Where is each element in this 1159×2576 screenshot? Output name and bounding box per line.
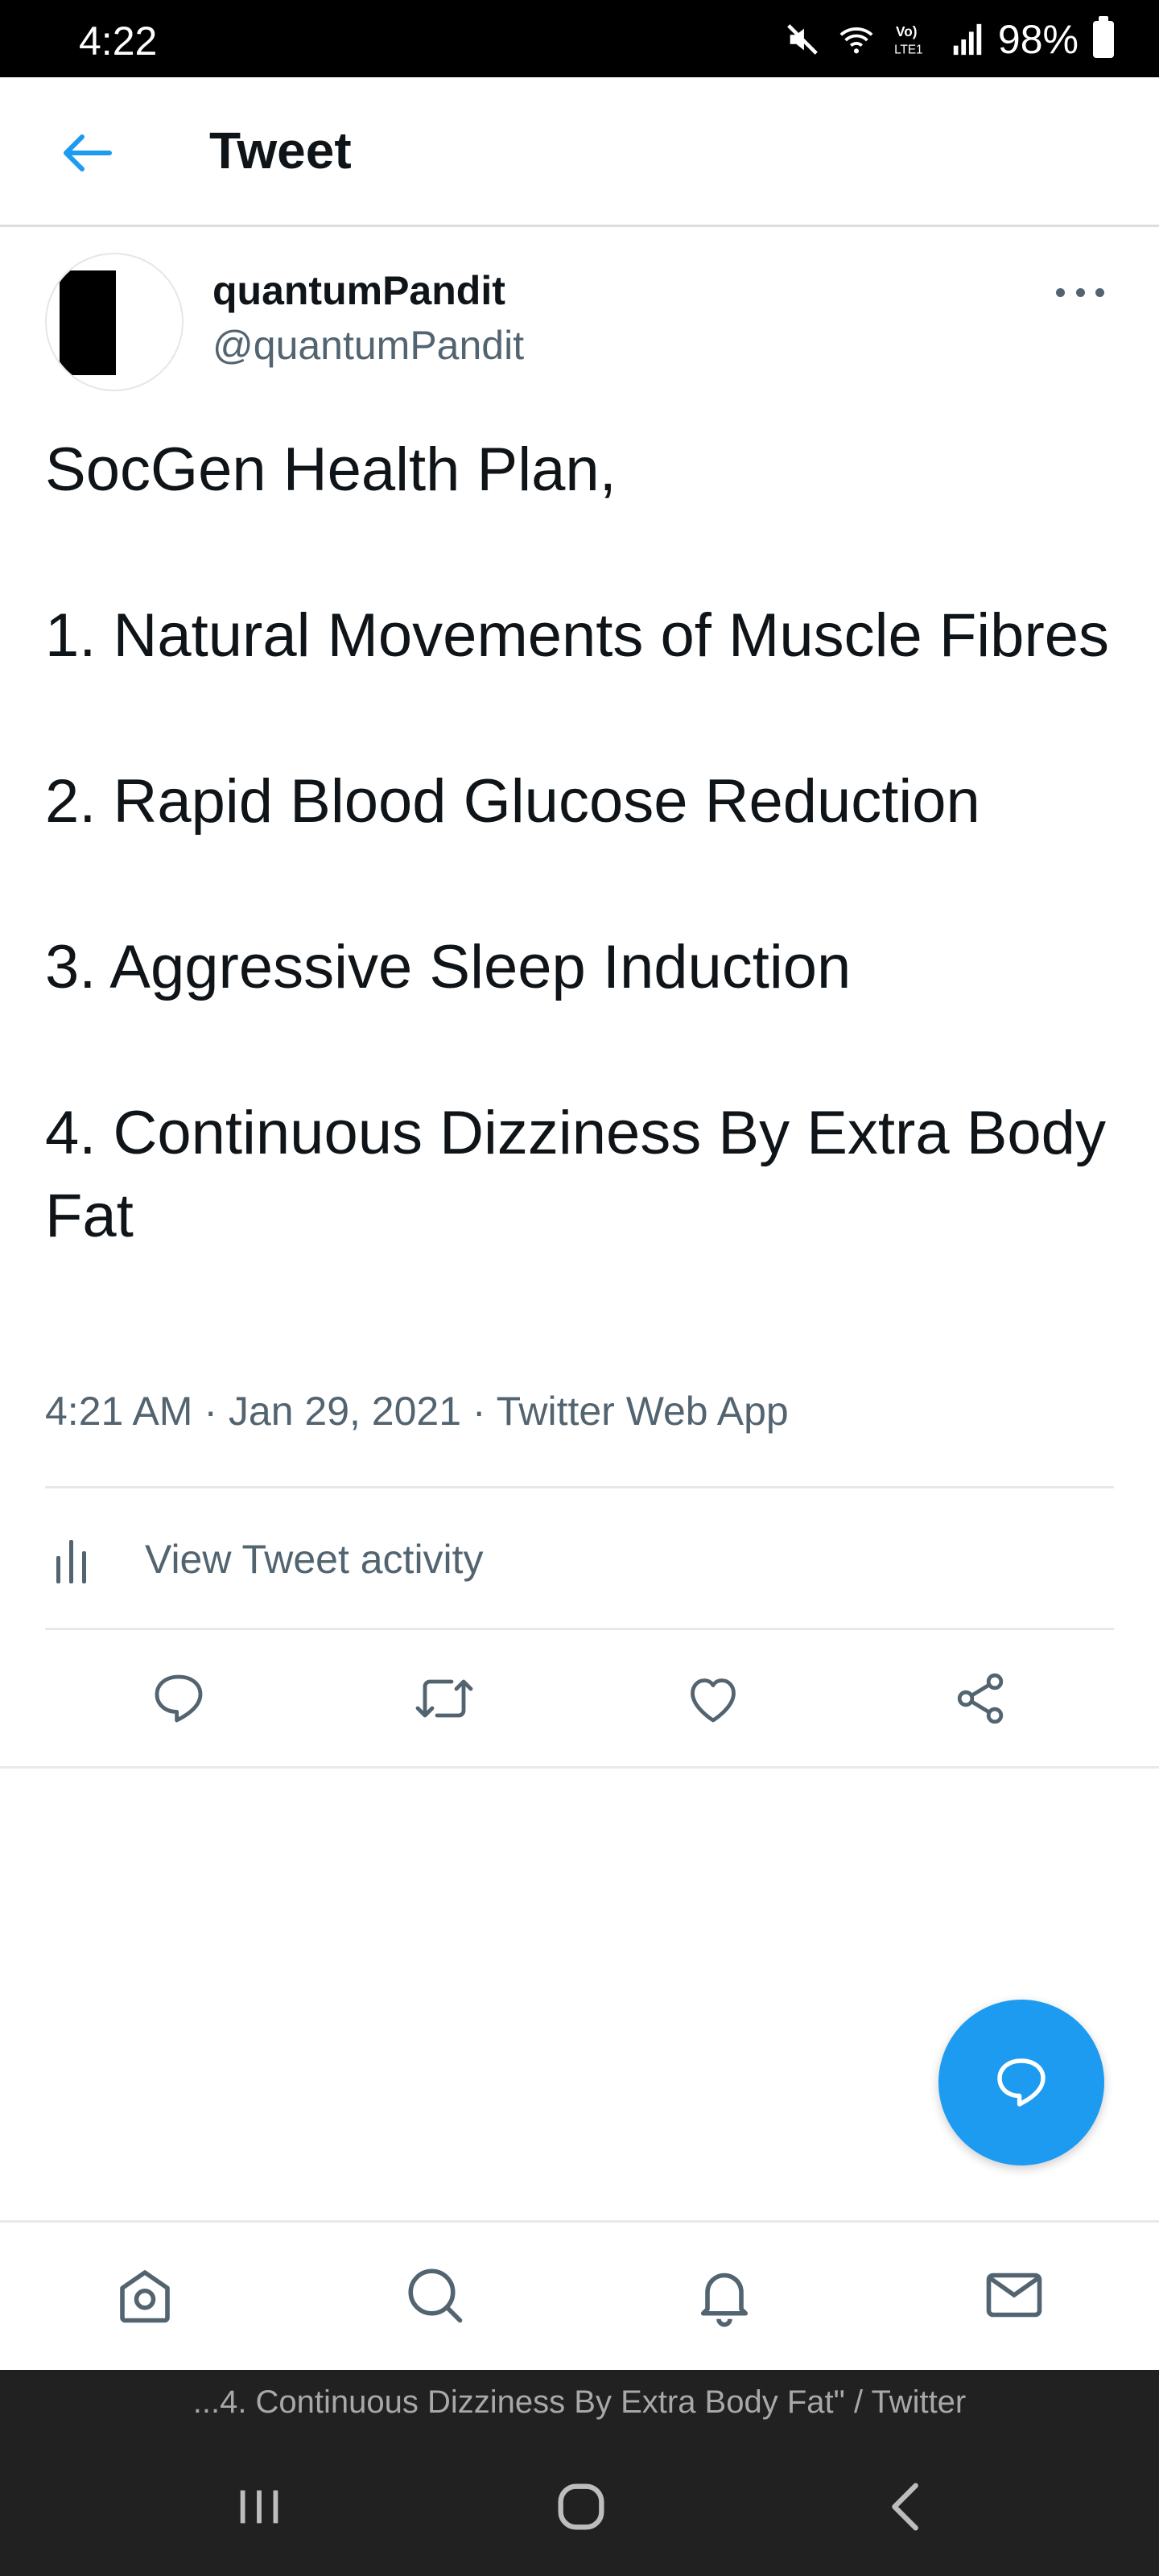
mute-icon: [787, 24, 818, 55]
like-icon: [691, 1678, 736, 1723]
retweet-icon: [415, 1679, 473, 1718]
activity-label: View Tweet activity: [145, 1537, 484, 1582]
divider: [45, 1486, 1114, 1488]
view-tweet-activity[interactable]: View Tweet activity: [45, 1491, 1114, 1628]
recent-apps-icon: [240, 2490, 278, 2524]
avatar[interactable]: [45, 253, 184, 391]
author-name[interactable]: quantumPandit: [212, 267, 505, 314]
tweet-line: 1. Natural Movements of Muscle Fibres: [45, 601, 1110, 670]
tweet-actions: [0, 1628, 1159, 1766]
battery-icon: [1093, 16, 1114, 58]
nav-search[interactable]: [394, 2255, 475, 2335]
battery-percent: 98%: [997, 17, 1079, 62]
home-button[interactable]: [541, 2467, 621, 2547]
meta-separator: ·: [192, 1389, 229, 1434]
bottom-nav: [0, 2220, 1159, 2370]
tweet-text: SocGen Health Plan, 1. Natural Movements…: [45, 428, 1116, 1257]
compose-reply-button[interactable]: [938, 2000, 1104, 2165]
nav-messages[interactable]: [974, 2255, 1054, 2335]
home-icon: [120, 2270, 170, 2323]
share-button[interactable]: [942, 1660, 1019, 1737]
tweet-source[interactable]: Twitter Web App: [497, 1389, 789, 1434]
home-circle-icon: [558, 2483, 604, 2530]
tweet-line: [45, 511, 1116, 594]
nav-notifications[interactable]: [684, 2255, 765, 2335]
meta-separator: ·: [461, 1389, 497, 1434]
system-back-button[interactable]: [866, 2467, 947, 2547]
svg-text:LTE1: LTE1: [894, 43, 923, 56]
tweet-line: SocGen Health Plan,: [45, 436, 617, 504]
reply-button[interactable]: [140, 1660, 217, 1737]
header: Tweet: [0, 77, 1159, 227]
notifications-icon: [700, 2273, 749, 2327]
signal-icon: [953, 23, 982, 56]
search-icon: [408, 2268, 463, 2323]
svg-text:Vo): Vo): [896, 23, 918, 39]
recent-apps-button[interactable]: [219, 2467, 299, 2547]
wifi-icon: [839, 27, 873, 54]
reply-icon: [155, 1674, 203, 1723]
share-icon: [957, 1673, 1004, 1724]
back-arrow-icon: [64, 134, 112, 171]
window-title: ...4. Continuous Dizziness By Extra Body…: [0, 2370, 1159, 2434]
author-handle[interactable]: @quantumPandit: [212, 322, 524, 369]
reply-icon: [997, 2058, 1046, 2107]
like-button[interactable]: [674, 1660, 752, 1737]
status-time: 4:22: [79, 19, 158, 64]
tweet-line: [45, 677, 1116, 760]
divider: [0, 1766, 1159, 1769]
tweet-time: 4:21 AM: [45, 1389, 193, 1434]
volte-icon: Vo) LTE1: [894, 23, 923, 56]
chevron-left-icon: [892, 2483, 918, 2531]
retweet-button[interactable]: [406, 1660, 483, 1737]
tweet-line: 4. Continuous Dizziness By Extra Body Fa…: [45, 1099, 1106, 1250]
more-options-icon[interactable]: [1048, 272, 1112, 312]
back-button[interactable]: [48, 118, 126, 188]
tweet-meta: 4:21 AM · Jan 29, 2021 · Twitter Web App: [45, 1388, 789, 1435]
status-icons: Vo) LTE1 98%: [784, 16, 1114, 63]
tweet-line: 2. Rapid Blood Glucose Reduction: [45, 767, 980, 836]
messages-icon: [986, 2273, 1042, 2318]
page-title: Tweet: [209, 122, 352, 180]
tweet-line: 3. Aggressive Sleep Induction: [45, 933, 852, 1001]
analytics-icon: [56, 1535, 105, 1583]
status-bar: 4:22 Vo) LTE1 98%: [0, 0, 1159, 77]
tweet-line: [45, 843, 1116, 926]
tweet-date: Jan 29, 2021: [228, 1389, 462, 1434]
system-nav-bar: [0, 2434, 1159, 2576]
tweet-line: [45, 1009, 1116, 1092]
nav-home[interactable]: [105, 2255, 185, 2335]
